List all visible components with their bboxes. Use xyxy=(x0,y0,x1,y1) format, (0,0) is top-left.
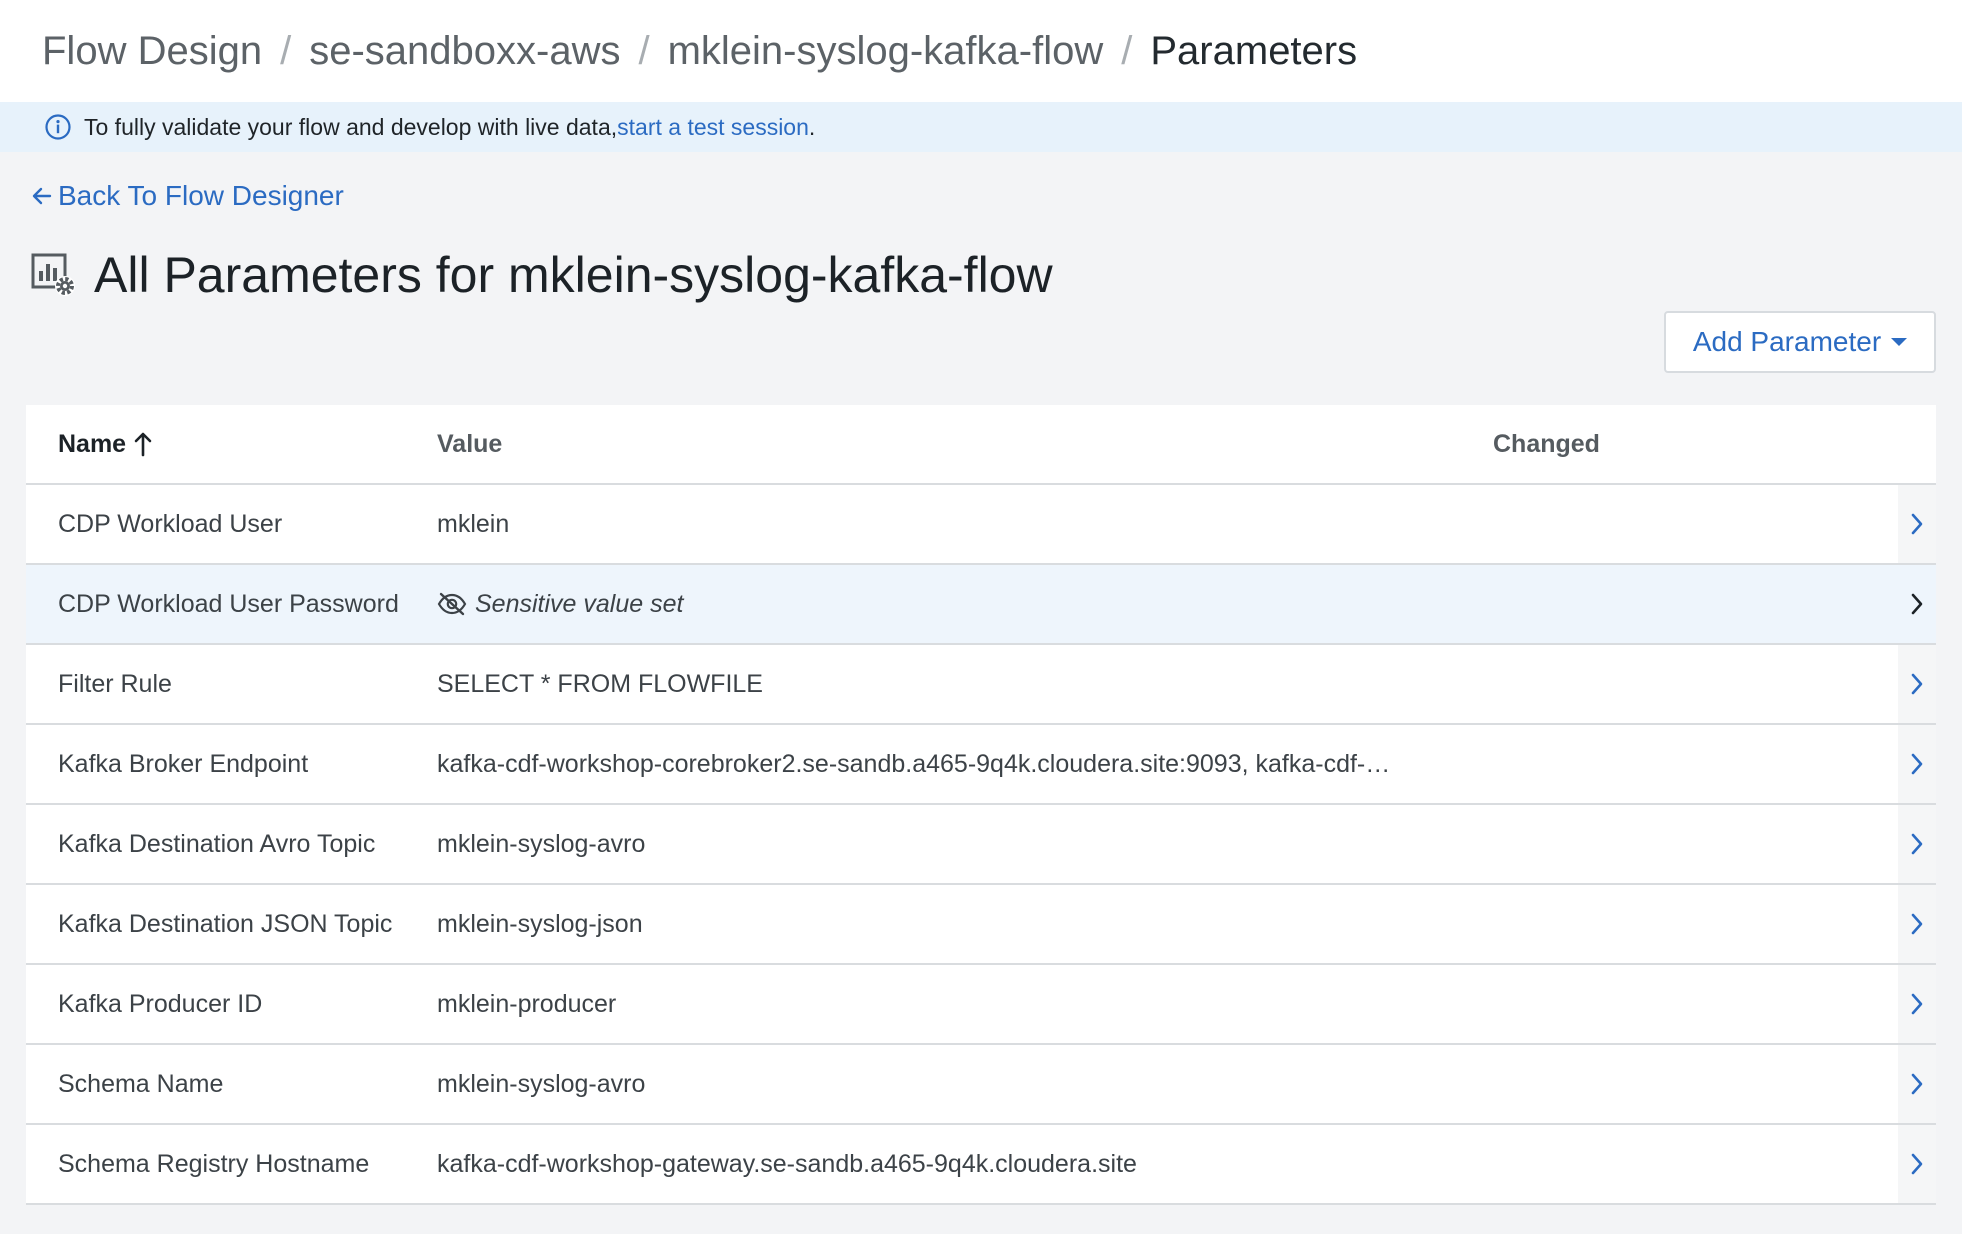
row-value: mklein-syslog-json xyxy=(437,909,643,938)
table-row[interactable]: CDP Workload User mklein xyxy=(26,485,1936,565)
add-parameter-button[interactable]: Add Parameter xyxy=(1664,311,1936,373)
row-name: Kafka Producer ID xyxy=(58,989,263,1018)
breadcrumb-separator: / xyxy=(280,28,292,73)
chevron-right-icon[interactable] xyxy=(1898,725,1936,803)
table-row[interactable]: Filter Rule SELECT * FROM FLOWFILE xyxy=(26,645,1936,725)
row-name: Kafka Destination JSON Topic xyxy=(58,909,393,938)
add-parameter-label: Add Parameter xyxy=(1692,326,1882,357)
row-value: mklein xyxy=(437,509,510,538)
chevron-right-icon[interactable] xyxy=(1898,485,1936,563)
table-header: Name Value Changed xyxy=(26,405,1936,485)
arrow-left-icon xyxy=(32,187,52,205)
banner-suffix: . xyxy=(808,113,816,140)
table-row[interactable]: Schema Registry Hostname kafka-cdf-works… xyxy=(26,1125,1936,1205)
sort-ascending-icon xyxy=(134,432,152,457)
chevron-right-icon[interactable] xyxy=(1898,885,1936,963)
chevron-right-icon[interactable] xyxy=(1898,645,1936,723)
chevron-right-icon[interactable] xyxy=(1898,1125,1936,1203)
chevron-right-icon[interactable] xyxy=(1898,805,1936,883)
row-value: kafka-cdf-workshop-corebroker2.se-sandb.… xyxy=(437,749,1391,778)
breadcrumb-separator: / xyxy=(1121,28,1133,73)
row-value: kafka-cdf-workshop-gateway.se-sandb.a465… xyxy=(437,1149,1137,1178)
banner-text: To fully validate your flow and develop … xyxy=(84,113,618,140)
row-name: CDP Workload User Password xyxy=(58,589,399,618)
table-row[interactable]: Kafka Destination JSON Topic mklein-sysl… xyxy=(26,885,1936,965)
breadcrumb-item-flow[interactable]: mklein-syslog-kafka-flow xyxy=(668,29,1104,74)
table-row[interactable]: Kafka Destination Avro Topic mklein-sysl… xyxy=(26,805,1936,885)
row-value: mklein-producer xyxy=(437,989,617,1018)
info-banner: To fully validate your flow and develop … xyxy=(0,102,1962,152)
row-value: SELECT * FROM FLOWFILE xyxy=(437,669,763,698)
column-header-value[interactable]: Value xyxy=(437,430,1493,459)
page-header: All Parameters for mklein-syslog-kafka-f… xyxy=(30,246,1053,304)
table-row[interactable]: Kafka Broker Endpoint kafka-cdf-workshop… xyxy=(26,725,1936,805)
parameters-icon xyxy=(31,253,75,296)
info-icon xyxy=(44,113,72,141)
breadcrumb: Flow Design / se-sandboxx-aws / mklein-s… xyxy=(0,0,1962,102)
column-header-changed[interactable]: Changed xyxy=(1493,430,1898,459)
row-value: mklein-syslog-avro xyxy=(437,1069,646,1098)
back-link-label: Back To Flow Designer xyxy=(58,180,344,211)
back-to-flow-designer-link[interactable]: Back To Flow Designer xyxy=(30,180,344,212)
row-name: Kafka Destination Avro Topic xyxy=(58,829,376,858)
table-row[interactable]: Schema Name mklein-syslog-avro xyxy=(26,1045,1936,1125)
table-row[interactable]: CDP Workload User Password Sensitive val… xyxy=(26,565,1936,645)
breadcrumb-separator: / xyxy=(638,28,650,73)
breadcrumb-item-environment[interactable]: se-sandboxx-aws xyxy=(309,29,620,74)
chevron-right-icon[interactable] xyxy=(1898,565,1936,643)
row-name: Filter Rule xyxy=(58,669,172,698)
row-name: Kafka Broker Endpoint xyxy=(58,749,309,778)
caret-down-icon xyxy=(1891,338,1908,346)
row-name: Schema Registry Hostname xyxy=(58,1149,370,1178)
start-test-session-link[interactable]: start a test session xyxy=(617,114,809,141)
page-title: All Parameters for mklein-syslog-kafka-f… xyxy=(94,247,1053,303)
chevron-right-icon[interactable] xyxy=(1898,1045,1936,1123)
eye-slash-icon xyxy=(437,592,467,616)
row-name: Schema Name xyxy=(58,1069,224,1098)
breadcrumb-item-parameters: Parameters xyxy=(1150,28,1358,73)
breadcrumb-item-flow-design[interactable]: Flow Design xyxy=(42,29,262,74)
chevron-right-icon[interactable] xyxy=(1898,965,1936,1043)
table-row[interactable]: Kafka Producer ID mklein-producer xyxy=(26,965,1936,1045)
parameters-table: Name Value Changed CDP Workload User mkl… xyxy=(26,405,1936,1205)
sensitive-value-label: Sensitive value set xyxy=(475,589,684,618)
row-value: Sensitive value set xyxy=(437,590,1493,619)
row-name: CDP Workload User xyxy=(58,509,283,538)
row-value: mklein-syslog-avro xyxy=(437,829,646,858)
column-header-name[interactable]: Name xyxy=(26,430,437,459)
